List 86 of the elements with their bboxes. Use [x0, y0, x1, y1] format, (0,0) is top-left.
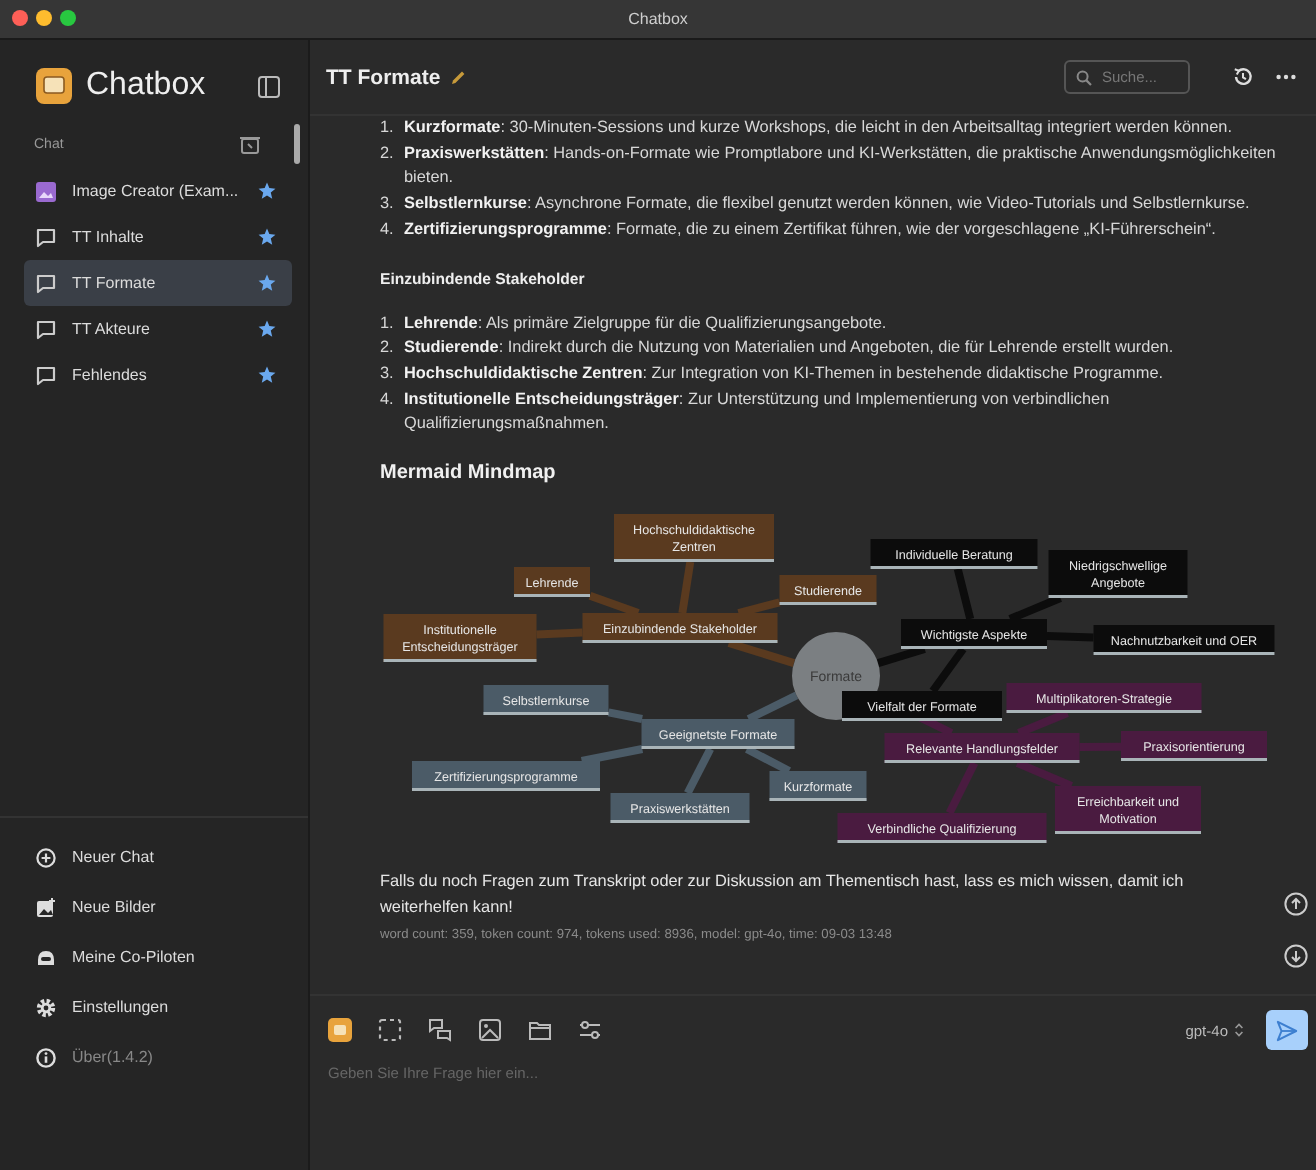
- chat-item[interactable]: Fehlendes: [24, 352, 292, 398]
- chat-bubble-icon: [36, 227, 56, 247]
- chat-bubble-icon: [36, 365, 56, 385]
- list-item-text: Selbstlernkurse: Asynchrone Formate, die flexibel genutzt werden können, wie Video-Tutorials und Selbstlernkurse.: [404, 192, 1252, 217]
- image-icon[interactable]: [478, 1018, 502, 1042]
- connector-line: [607, 708, 643, 723]
- connector-line: [1079, 742, 1122, 752]
- updown-icon: [1234, 1022, 1244, 1038]
- chat-title: TT Formate: [326, 65, 441, 89]
- connector-line: [678, 561, 695, 614]
- selection-icon[interactable]: [378, 1018, 402, 1042]
- list-number: 3.: [380, 192, 396, 217]
- connector-line: [1008, 594, 1062, 623]
- send-button[interactable]: [1266, 1010, 1308, 1050]
- menu-item[interactable]: Über(1.4.2): [36, 1032, 308, 1082]
- chat-item[interactable]: TT Formate: [24, 260, 292, 306]
- connector-line: [1017, 709, 1069, 737]
- list-number: 1.: [380, 311, 396, 336]
- connector-line: [745, 745, 791, 775]
- plus-circle-icon: [36, 847, 56, 867]
- minimize-button[interactable]: [36, 10, 52, 26]
- send-icon: [1276, 1019, 1298, 1041]
- folder-icon[interactable]: [528, 1018, 552, 1042]
- zoom-button[interactable]: [60, 10, 76, 26]
- menu-item[interactable]: Neuer Chat: [36, 832, 308, 882]
- message-text: Falls du noch Fragen zum Transkript oder zur Diskussion am Thementisch hast, lass es mich wissen, damit ich weiterhelfen kann!: [380, 870, 1186, 921]
- list-item-text: Kurzformate: 30-Minuten-Sessions und kurze Workshops, die leicht in den Arbeitsalltag integriert werden können.: [404, 116, 1234, 140]
- image-icon: [36, 181, 56, 201]
- list-item-text: Studierende: Indirekt durch die Nutzung von Materialien und Angeboten, die für Lehrende erstellt wurden.: [404, 336, 1176, 361]
- more-icon[interactable]: [1276, 74, 1296, 80]
- star-icon[interactable]: [258, 228, 276, 246]
- chat-bubbles-icon[interactable]: [428, 1018, 452, 1042]
- connector-line: [588, 591, 640, 617]
- list-number: 2.: [380, 336, 396, 361]
- sidebar-toggle-icon[interactable]: [258, 75, 280, 97]
- connector-line: [684, 747, 714, 795]
- connector-line: [737, 598, 781, 617]
- list-number: 4.: [380, 387, 396, 412]
- window-title: Chatbox: [628, 10, 688, 28]
- scroll-up-button[interactable]: [1284, 892, 1308, 916]
- chat-item[interactable]: TT Akteure: [24, 306, 292, 352]
- connector-line: [945, 761, 979, 815]
- close-button[interactable]: [12, 10, 28, 26]
- bot-icon: [36, 947, 56, 967]
- connector-line: [876, 645, 926, 668]
- list-number: 2.: [380, 141, 396, 166]
- connector-line: [727, 639, 796, 667]
- connector-line: [1046, 632, 1094, 642]
- connector-line: [746, 691, 799, 723]
- chat-bubble-icon: [36, 273, 56, 293]
- list-item-text: Lehrende: Als primäre Zielgruppe für die Qualifizierungsangebote.: [404, 311, 889, 336]
- star-icon[interactable]: [258, 366, 276, 384]
- chat-item[interactable]: Image Creator (Exam...: [24, 168, 292, 214]
- scrollbar-thumb[interactable]: [294, 124, 300, 164]
- connector-line: [1015, 759, 1074, 790]
- menu-item[interactable]: Einstellungen: [36, 982, 308, 1032]
- star-icon[interactable]: [258, 320, 276, 338]
- star-icon[interactable]: [258, 274, 276, 292]
- menu-item[interactable]: Meine Co-Piloten: [36, 932, 308, 982]
- clear-icon[interactable]: [240, 136, 260, 154]
- app-name: Chatbox: [86, 68, 208, 104]
- connector-line: [536, 628, 583, 639]
- list-item-text: Praxiswerkstätten: Hands-on-Formate wie Promptlabore und KI-Werkstätten, die praktische Anwendungsmöglichkeiten bieten.: [404, 141, 1278, 191]
- history-icon[interactable]: [1232, 66, 1254, 88]
- list-number: 4.: [380, 217, 396, 242]
- list-number: 3.: [380, 361, 396, 386]
- chat-bubble-icon: [36, 319, 56, 339]
- list-number: 1.: [380, 116, 396, 140]
- search-icon: [1076, 69, 1092, 85]
- star-icon[interactable]: [258, 182, 276, 200]
- settings-icon: [36, 997, 56, 1017]
- pencil-icon[interactable]: [450, 69, 467, 85]
- chat-logo-icon: [36, 68, 72, 104]
- menu-item[interactable]: Neue Bilder: [36, 882, 308, 932]
- sliders-icon[interactable]: [578, 1018, 602, 1042]
- scroll-down-button[interactable]: [1284, 944, 1308, 968]
- image-icon: [36, 897, 56, 917]
- connector-line: [953, 568, 975, 621]
- list-item-text: Zertifizierungsprogramme: Formate, die zu einem Zertifikat führen, wie der vorgeschlagene „KI-Führerschein“.: [404, 217, 1218, 242]
- copilot-icon[interactable]: [328, 1018, 352, 1042]
- connector-line: [580, 745, 644, 765]
- list-item-text: Hochschuldidaktische Zentren: Zur Integration von KI-Themen in bestehende didaktische Programme.: [404, 361, 1166, 386]
- section-heading: Mermaid Mindmap: [380, 460, 558, 487]
- info-icon: [36, 1047, 56, 1067]
- list-item-text: Institutionelle Entscheidungsträger: Zur Unterstützung und Implementierung von verbindlichen Qualifizierungsmaßnahmen.: [404, 387, 1112, 437]
- chat-item[interactable]: TT Inhalte: [24, 214, 292, 260]
